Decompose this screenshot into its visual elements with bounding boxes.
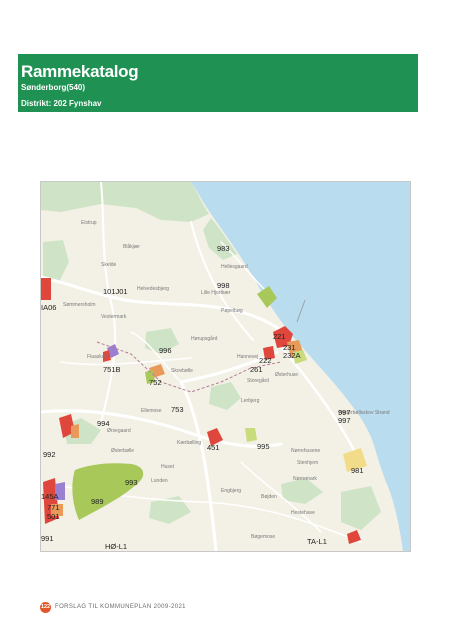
zone-label: 771 [47,503,60,512]
zone-label: 998 [217,281,230,290]
place-name: Hestehave [291,510,315,516]
zone-label: 752 [149,378,162,387]
place-name: Kærbølling [177,440,201,446]
red-zone-ia06 [41,278,51,300]
page-number-badge: 122 [40,601,51,613]
zone-label: 989 [91,497,104,506]
zone-label: 145A [41,492,59,501]
place-name: Nørrehusene [291,448,320,454]
place-name: Skelde [101,262,117,268]
place-name: Elstrup [81,220,97,226]
place-name: Engbjerg [221,488,241,494]
place-name: Nørremark [293,476,317,482]
zone-label: 996 [159,346,172,355]
zone-label: 232A [283,351,301,360]
zone-label: 222 [259,356,272,365]
place-name: Vestermark [101,314,127,320]
zone-label: TA-L1 [307,537,327,546]
zone-label: 993 [125,478,138,487]
zone-label: 992 [43,450,56,459]
recreation-zone-995 [245,428,257,442]
municipality-label: Sønderborg(540) [21,83,86,92]
zone-label: HØ-L1 [105,542,127,551]
footer-text: FORSLAG TIL KOMMUNEPLAN 2009-2021 [55,604,186,610]
page-title: Rammekatalog [21,62,139,81]
place-name: Hellesgaard [221,264,248,270]
place-name: Pøpelbøg [221,308,243,314]
zone-label: 451 [207,443,220,452]
zone-label: 991 [41,534,54,543]
zone-label: 983 [217,244,230,253]
place-name: Lille Hjortkær [201,290,231,296]
zone-label: 261 [250,365,263,374]
zone-label: 995 [257,442,270,451]
place-name: Bøjden [261,494,277,500]
place-name: Storegård [247,377,269,384]
zone-label: 101J01 [103,287,128,296]
place-name: Hørupsgård [191,335,218,342]
zone-label: IA06 [41,303,56,312]
header-banner: Rammekatalog Sønderborg(540) Distrikt: 2… [18,54,418,112]
place-name: Ørsegaard [107,428,131,434]
zone-label: 221 [273,332,286,341]
place-name: Lunden [151,478,168,484]
zone-label: 997 [338,416,351,425]
place-name: Blåkjær [123,243,140,250]
zone-label: 981 [351,466,364,475]
place-name: Flaaskov [87,354,108,360]
place-name: Østerhuse [275,372,298,378]
town-zone-992b [71,424,79,438]
district-map[interactable]: Elstrup Skelde Blåkjær Sømmersholm Pøpel… [40,181,411,552]
district-label: Distrikt: 202 Fynshav [21,99,102,108]
page-footer: 122 FORSLAG TIL KOMMUNEPLAN 2009-2021 [40,601,186,613]
place-name: Helvedesbjerg [137,286,169,292]
zone-label: 751B [103,365,121,374]
place-name: Hannevej [237,354,258,360]
place-name: Huset [161,464,175,470]
place-name: Ellemose [141,408,162,414]
zone-label: 501 [47,512,60,521]
place-name: Sømmersholm [63,302,96,308]
zone-label: 994 [97,419,110,428]
place-name: Østerbølle [111,448,134,454]
place-name: Lerbjerg [241,398,260,404]
zone-label: 753 [171,405,184,414]
place-name: Bøgemose [251,534,275,540]
place-name: Stenhjem [297,460,318,466]
place-name: Skovbølle [171,368,193,374]
